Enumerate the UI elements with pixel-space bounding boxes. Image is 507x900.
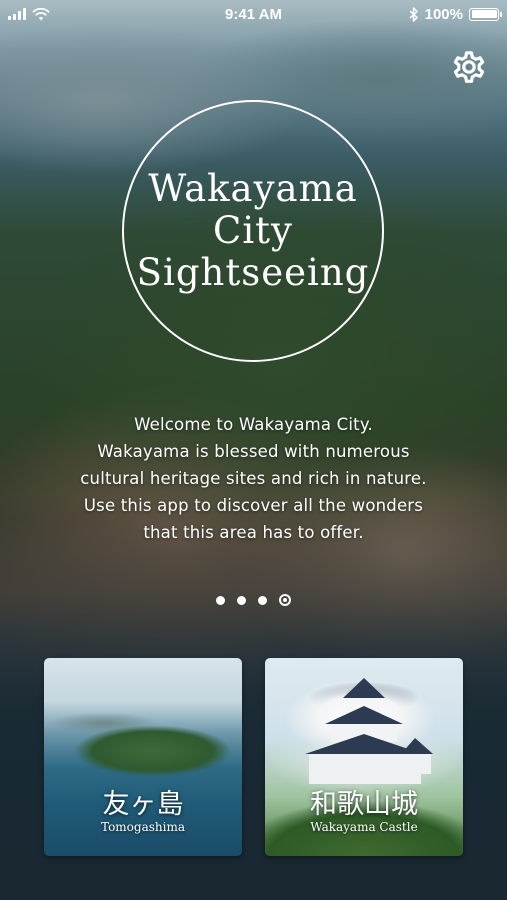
card-title: 和歌山城 <box>310 789 418 820</box>
status-bar: 9:41 AM 100% <box>0 0 507 28</box>
logo-line-3: Sightseeing <box>136 251 370 294</box>
intro-line: Wakayama is blessed with numerous <box>97 442 410 461</box>
app-logo: Wakayama City Sightseeing <box>122 100 384 362</box>
battery-percent: 100% <box>424 5 463 23</box>
intro-line: cultural heritage sites and rich in natu… <box>80 469 427 488</box>
card-title: 友ヶ島 <box>102 789 184 820</box>
card-subtitle: Tomogashima <box>101 820 185 834</box>
signal-icon <box>8 8 26 20</box>
status-left <box>8 7 50 21</box>
bluetooth-icon <box>409 6 418 22</box>
page-dot[interactable] <box>216 595 225 605</box>
card-subtitle: Wakayama Castle <box>310 820 418 834</box>
page-indicator <box>0 591 507 609</box>
page-dot-active[interactable] <box>279 594 291 606</box>
wifi-icon <box>32 7 50 20</box>
status-right: 100% <box>409 5 502 23</box>
logo-line-2: City <box>213 209 293 252</box>
intro-line: Use this app to discover all the wonders <box>83 496 424 515</box>
intro-text: Welcome to Wakayama City. Wakayama is bl… <box>40 411 467 546</box>
card-wakayama-castle[interactable]: 和歌山城 Wakayama Castle <box>265 658 463 856</box>
card-tomogashima[interactable]: 友ヶ島 Tomogashima <box>44 658 242 856</box>
intro-line: that this area has to offer. <box>143 523 364 542</box>
status-time: 9:41 AM <box>225 5 282 23</box>
page-dot[interactable] <box>237 595 246 605</box>
settings-button[interactable] <box>450 48 488 86</box>
battery-fill <box>471 10 497 18</box>
logo-line-1: Wakayama <box>148 167 358 210</box>
gear-icon <box>453 51 485 83</box>
intro-line: Welcome to Wakayama City. <box>134 415 373 434</box>
page-dot[interactable] <box>258 595 267 605</box>
battery-icon <box>469 7 502 21</box>
